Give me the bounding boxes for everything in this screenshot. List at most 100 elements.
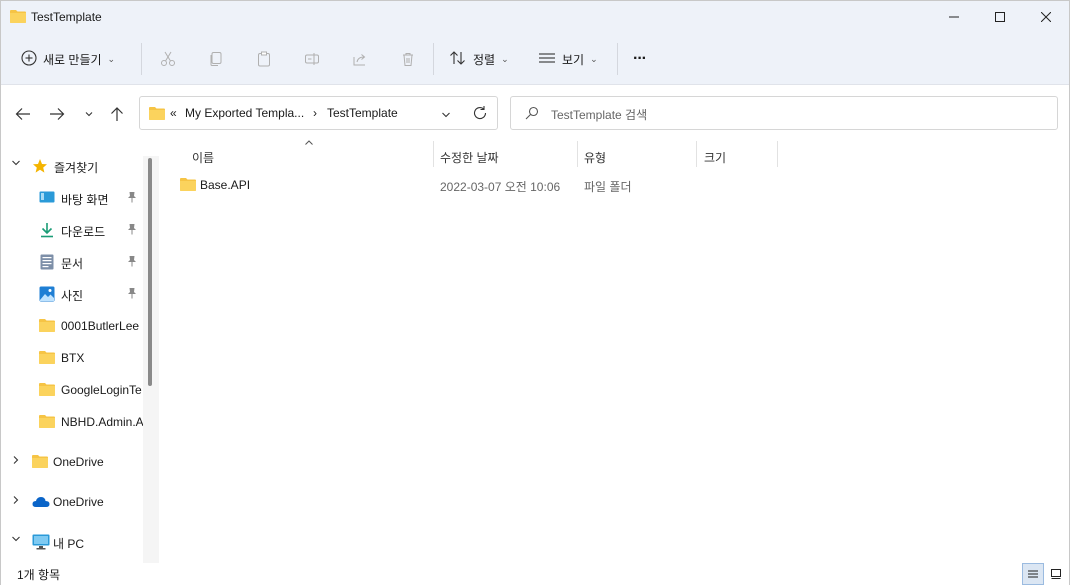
nav-item-folder[interactable]: GoogleLoginTe xyxy=(1,376,143,404)
details-view-icon[interactable] xyxy=(1022,563,1044,585)
expand-chevron-icon[interactable] xyxy=(10,455,22,468)
explorer-window: TestTemplate 새로 만들기 ⌄ 정렬 ⌄ 보기 ⌄ ··· « My… xyxy=(0,0,1070,585)
nav-item-pictures[interactable]: 사진 xyxy=(1,280,143,308)
folder-icon xyxy=(32,454,48,471)
scrollbar-thumb[interactable] xyxy=(148,158,152,386)
nav-item-onedrive-cloud[interactable]: OneDrive xyxy=(1,488,143,516)
breadcrumb-item-parent[interactable]: My Exported Templa... xyxy=(185,106,304,120)
search-box[interactable]: TestTemplate 검색 xyxy=(510,96,1058,130)
nav-label: 0001ButlerLee xyxy=(61,319,140,333)
window-title: TestTemplate xyxy=(31,10,102,24)
sort-button[interactable]: 정렬 ⌄ xyxy=(449,45,509,73)
breadcrumb-separator[interactable]: › xyxy=(313,106,317,120)
chevron-down-icon: ⌄ xyxy=(107,53,116,64)
tiles-view-icon[interactable] xyxy=(1045,563,1067,585)
maximize-button[interactable] xyxy=(977,1,1023,33)
search-icon xyxy=(525,106,539,123)
copy-icon[interactable] xyxy=(205,48,227,70)
folder-icon xyxy=(149,106,165,123)
expand-chevron-icon[interactable] xyxy=(10,535,22,546)
nav-scrollbar[interactable] xyxy=(143,156,159,563)
paste-icon[interactable] xyxy=(253,48,275,70)
up-arrow-icon[interactable] xyxy=(106,103,128,125)
file-name: Base.API xyxy=(200,178,251,192)
nav-item-favorites[interactable]: 즐겨찾기 xyxy=(1,152,143,180)
nav-label: 다운로드 xyxy=(61,225,106,239)
breadcrumb-overflow[interactable]: « xyxy=(170,106,177,120)
folder-icon xyxy=(10,9,26,26)
pin-icon xyxy=(127,223,137,238)
nav-item-documents[interactable]: 문서 xyxy=(1,248,143,276)
column-header-type[interactable]: 유형 xyxy=(584,146,606,168)
folder-icon xyxy=(39,414,55,431)
cloud-icon xyxy=(32,496,50,511)
pin-icon xyxy=(127,191,137,206)
new-button[interactable]: 새로 만들기 ⌄ xyxy=(21,45,115,73)
more-options-button[interactable]: ··· xyxy=(633,45,647,73)
refresh-icon[interactable] xyxy=(472,105,488,124)
breadcrumb-item-current[interactable]: TestTemplate xyxy=(327,106,398,120)
nav-item-folder[interactable]: NBHD.Admin.A xyxy=(1,408,143,436)
view-list-icon xyxy=(538,50,556,69)
title-bar: TestTemplate xyxy=(1,1,1069,33)
command-bar: 새로 만들기 ⌄ 정렬 ⌄ 보기 ⌄ ··· xyxy=(1,33,1069,85)
column-header-name[interactable]: 이름 xyxy=(192,146,214,168)
status-bar: 1개 항목 xyxy=(1,563,1069,585)
expand-chevron-icon[interactable] xyxy=(10,159,22,170)
toolbar-divider xyxy=(141,43,142,75)
star-icon xyxy=(32,158,48,177)
nav-item-onedrive[interactable]: OneDrive xyxy=(1,448,143,476)
chevron-down-icon: ⌄ xyxy=(501,53,509,64)
file-modified: 2022-03-07 오전 10:06 xyxy=(440,180,561,194)
recent-locations-chevron-icon[interactable] xyxy=(78,103,100,125)
column-header-modified[interactable]: 수정한 날짜 xyxy=(440,146,499,168)
delete-icon[interactable] xyxy=(397,48,419,70)
column-divider[interactable] xyxy=(696,141,697,167)
cut-icon[interactable] xyxy=(157,48,179,70)
chevron-down-icon: ⌄ xyxy=(590,53,598,64)
view-button[interactable]: 보기 ⌄ xyxy=(538,45,598,73)
column-divider[interactable] xyxy=(433,141,434,167)
nav-label: BTX xyxy=(61,351,85,365)
expand-chevron-icon[interactable] xyxy=(10,495,22,508)
navigation-pane: 즐겨찾기 바탕 화면 다운로드 문서 사진 0001ButlerLee BTX … xyxy=(1,141,159,563)
nav-label: OneDrive xyxy=(53,455,104,469)
view-label: 보기 xyxy=(562,52,585,67)
file-list: 이름 수정한 날짜 유형 크기 Base.API 2022-03-07 오전 1… xyxy=(159,139,1069,563)
desktop-icon xyxy=(39,190,55,207)
pictures-icon xyxy=(39,286,55,305)
pin-icon xyxy=(127,287,137,302)
nav-item-folder[interactable]: 0001ButlerLee xyxy=(1,312,143,340)
nav-item-downloads[interactable]: 다운로드 xyxy=(1,216,143,244)
column-divider[interactable] xyxy=(777,141,778,167)
nav-item-this-pc[interactable]: 내 PC xyxy=(1,528,143,556)
forward-arrow-icon[interactable] xyxy=(46,103,68,125)
folder-icon xyxy=(39,382,55,399)
nav-label: 내 PC xyxy=(53,537,85,551)
back-arrow-icon[interactable] xyxy=(12,103,34,125)
nav-label: 즐겨찾기 xyxy=(54,161,99,175)
column-header-size[interactable]: 크기 xyxy=(704,146,726,168)
column-divider[interactable] xyxy=(577,141,578,167)
nav-label: 사진 xyxy=(61,289,84,303)
share-icon[interactable] xyxy=(349,48,371,70)
toolbar-divider xyxy=(617,43,618,75)
sort-icon xyxy=(449,50,467,69)
nav-label: NBHD.Admin.A xyxy=(61,415,143,429)
toolbar-divider xyxy=(433,43,434,75)
nav-label: 바탕 화면 xyxy=(61,193,109,207)
download-icon xyxy=(39,222,55,241)
nav-item-folder[interactable]: BTX xyxy=(1,344,143,372)
address-bar[interactable]: « My Exported Templa... › TestTemplate xyxy=(139,96,498,130)
sort-ascending-icon xyxy=(304,139,314,150)
nav-item-desktop[interactable]: 바탕 화면 xyxy=(1,184,143,212)
table-row[interactable]: Base.API 2022-03-07 오전 10:06 파일 폴더 xyxy=(173,175,773,197)
folder-icon xyxy=(39,350,55,367)
minimize-button[interactable] xyxy=(931,1,977,33)
pin-icon xyxy=(127,255,137,270)
close-button[interactable] xyxy=(1023,1,1069,33)
address-dropdown-chevron-icon[interactable] xyxy=(441,108,451,122)
plus-circle-icon xyxy=(21,49,37,69)
folder-icon xyxy=(180,177,196,194)
rename-icon[interactable] xyxy=(301,48,323,70)
